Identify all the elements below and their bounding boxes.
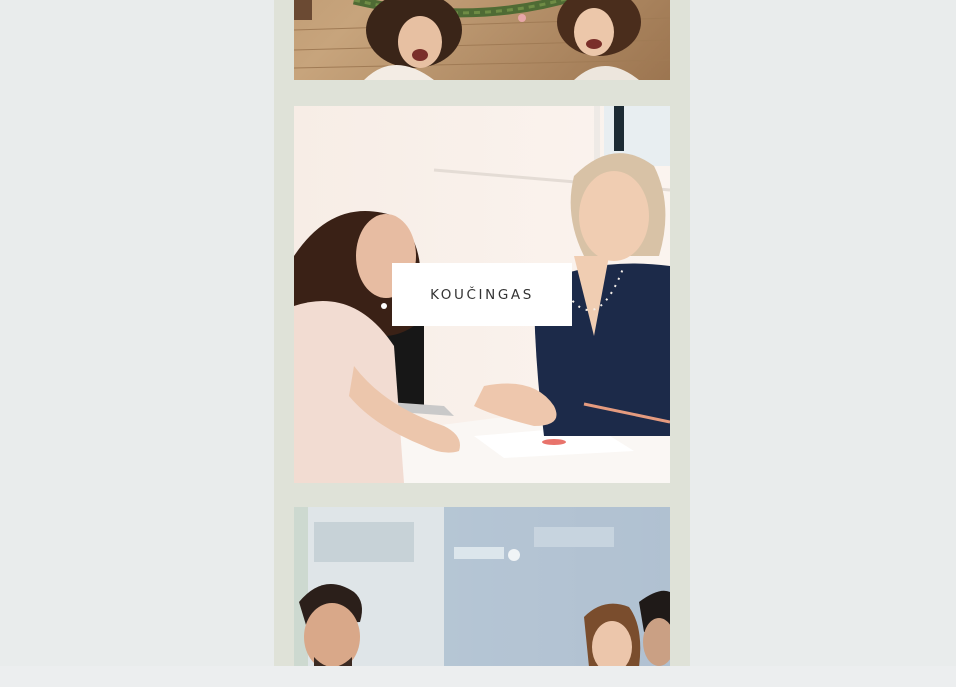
page: KOUČINGAS: [0, 0, 956, 687]
team-meeting-photo: [294, 507, 670, 666]
service-card-teams[interactable]: [294, 507, 670, 666]
services-column: KOUČINGAS: [274, 0, 690, 666]
service-card-workshops[interactable]: [294, 0, 670, 80]
service-card-label: KOUČINGAS: [392, 263, 572, 326]
page-footer-strip: [0, 666, 956, 687]
service-card-coaching[interactable]: KOUČINGAS: [294, 106, 670, 483]
women-laughing-photo: [294, 0, 670, 80]
service-card-title: KOUČINGAS: [430, 286, 534, 303]
